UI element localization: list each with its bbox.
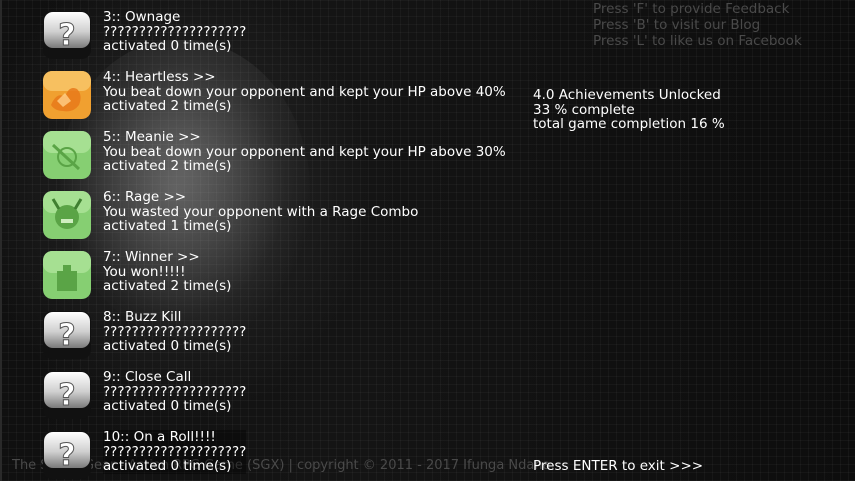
achievement-description: ???????????????????? [103,443,247,460]
achievement-description: ???????????????????? [103,23,247,40]
exit-prompt[interactable]: Press ENTER to exit >>> [533,458,703,474]
achievement-title[interactable]: 6:: Rage >> [103,190,418,205]
achievements-screen: Press 'F' to provide Feedback Press 'B' … [0,0,855,481]
total-completion: total game completion 16 % [533,116,725,132]
feedback-hint[interactable]: Press 'F' to provide Feedback [593,1,802,17]
achievement-title: 8:: Buzz Kill [103,309,182,325]
achievement-title[interactable]: 7:: Winner >> [103,250,231,265]
question-mark-icon: ? [43,371,91,419]
svg-text:?: ? [58,318,75,353]
blog-hint[interactable]: Press 'B' to visit our Blog [593,17,802,33]
question-mark-icon: ? [43,311,91,359]
achievement-row-10: ? 10:: On a Roll!!!! ???????????????????… [43,430,523,481]
achievement-row-5[interactable]: 5:: Meanie >> You beat down your opponen… [43,130,523,186]
achievement-description: You won!!!!! [103,263,186,280]
percent-complete: 33 % complete [533,101,635,118]
unlocked-count: 4.0 Achievements Unlocked [533,87,721,103]
achievement-description: You beat down your opponent and kept you… [103,83,506,100]
achievement-description: You wasted your opponent with a Rage Com… [103,203,419,220]
achievement-count: activated 0 time(s) [103,338,232,354]
achievement-count: activated 2 time(s) [103,98,232,114]
achievement-title: 9:: Close Call [103,369,192,385]
achievement-row-4[interactable]: 4:: Heartless >> You beat down your oppo… [43,70,523,126]
keyboard-hints: Press 'F' to provide Feedback Press 'B' … [593,1,802,49]
achievement-title[interactable]: 4:: Heartless >> [103,70,506,85]
heartless-icon [43,71,91,119]
achievement-description: ???????????????????? [103,323,247,340]
achievement-description: ???????????????????? [103,383,247,400]
achievement-count: activated 0 time(s) [103,458,232,474]
achievement-description: You beat down your opponent and kept you… [103,143,506,160]
window-edge [0,0,2,481]
achievement-count: activated 0 time(s) [103,398,232,414]
facebook-hint[interactable]: Press 'L' to like us on Facebook [593,33,802,49]
achievement-row-9: ? 9:: Close Call ???????????????????? ac… [43,370,523,426]
achievement-count: activated 2 time(s) [103,158,232,174]
svg-text:?: ? [58,378,75,413]
svg-text:?: ? [58,18,75,53]
achievement-count: activated 0 time(s) [103,38,232,54]
question-mark-icon: ? [43,431,91,479]
achievement-count: activated 2 time(s) [103,278,232,294]
achievement-stats: 4.0 Achievements Unlocked 33 % complete … [533,88,725,132]
achievement-row-8: ? 8:: Buzz Kill ???????????????????? act… [43,310,523,366]
achievement-count: activated 1 time(s) [103,218,232,234]
achievement-title: 3:: Ownage [103,9,181,25]
achievement-row-3: ? 3:: Ownage ???????????????????? activa… [43,10,523,66]
rage-icon [43,191,91,239]
svg-text:?: ? [58,438,75,473]
achievement-row-7[interactable]: 7:: Winner >> You won!!!!! activated 2 t… [43,250,523,306]
winner-icon [43,251,91,299]
achievement-title[interactable]: 5:: Meanie >> [103,130,506,145]
meanie-icon [43,131,91,179]
achievement-row-6[interactable]: 6:: Rage >> You wasted your opponent wit… [43,190,523,246]
question-mark-icon: ? [43,11,91,59]
achievement-title: 10:: On a Roll!!!! [103,429,216,445]
